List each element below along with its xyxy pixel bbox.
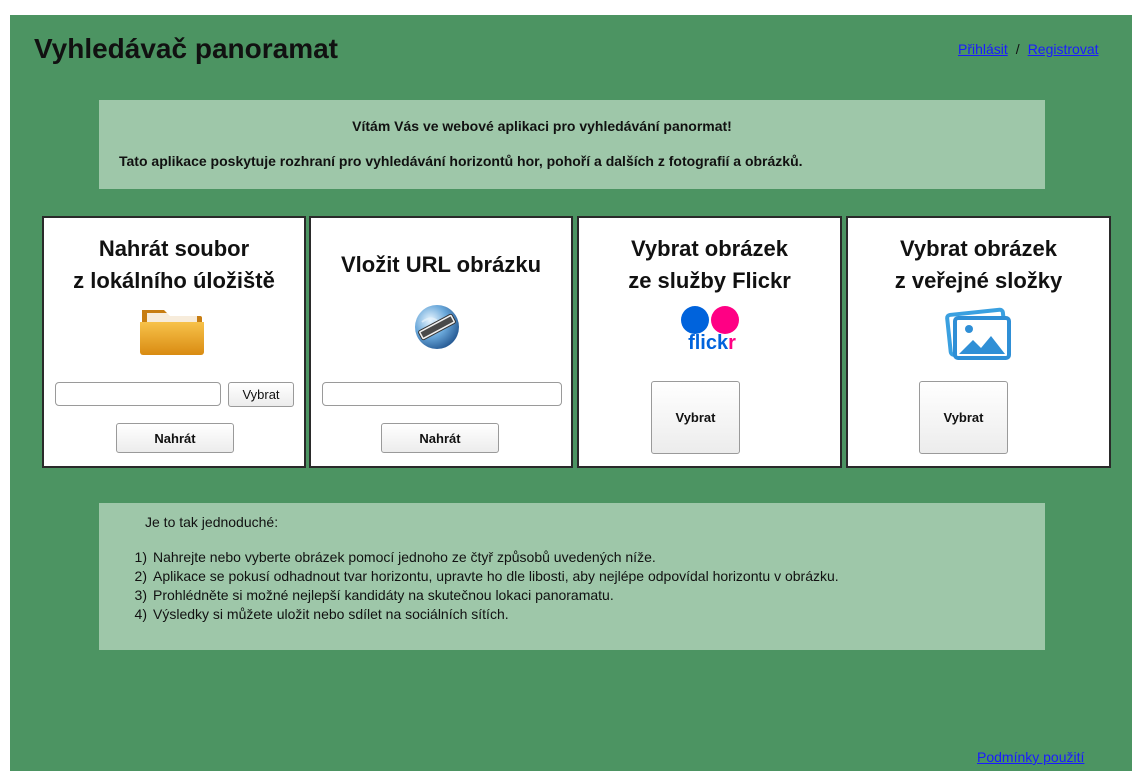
- auth-links: Přihlásit / Registrovat: [958, 41, 1099, 57]
- app-window: Vyhledávač panoramat Přihlásit / Registrov…: [10, 15, 1132, 771]
- flickr-title-line2: ze služby Flickr: [628, 268, 791, 293]
- step-text: Prohlédněte si možné nejlepší kandidáty …: [153, 587, 614, 603]
- file-path-input[interactable]: [55, 382, 221, 406]
- instructions-panel: Je to tak jednoduché: 1) Nahrejte nebo vy…: [99, 503, 1045, 650]
- instructions-intro: Je to tak jednoduché:: [145, 514, 279, 530]
- welcome-heading: Vítám Vás ve webové aplikaci pro vyhledá…: [352, 118, 732, 134]
- step-number: 3): [134, 587, 147, 603]
- terms-link[interactable]: Podmínky použití: [977, 749, 1084, 765]
- flickr-logo-text-b: r: [728, 332, 736, 354]
- url-upload-title: Vložit URL obrázku: [340, 252, 542, 277]
- instruction-step: 4) Výsledky si můžete uložit nebo sdílet …: [119, 605, 839, 624]
- instruction-step: 1) Nahrejte nebo vyberte obrázek pomocí j…: [119, 548, 839, 567]
- flickr-choose-button[interactable]: Vybrat: [651, 381, 740, 454]
- public-folder-title-line1: Vybrat obrázek: [900, 236, 1057, 261]
- public-folder-card: Vybrat obrázek z veřejné složky Vybrat: [846, 216, 1111, 468]
- pictures-icon: [945, 307, 1011, 360]
- local-upload-button[interactable]: Nahrát: [116, 423, 234, 453]
- flickr-title-line1: Vybrat obrázek: [631, 236, 788, 261]
- register-link[interactable]: Registrovat: [1028, 41, 1099, 57]
- step-text: Výsledky si můžete uložit nebo sdílet na…: [153, 606, 509, 622]
- step-text: Aplikace se pokusí odhadnout tvar horizo…: [153, 568, 839, 584]
- image-url-input[interactable]: [322, 382, 562, 406]
- public-folder-choose-button[interactable]: Vybrat: [919, 381, 1008, 454]
- url-upload-card: Vložit URL obrázku Nahrát: [309, 216, 573, 468]
- local-upload-title-line2: z lokálního úložiště: [73, 268, 275, 293]
- auth-separator: /: [1015, 41, 1020, 57]
- step-text: Nahrejte nebo vyberte obrázek pomocí jed…: [153, 549, 656, 565]
- flickr-card: Vybrat obrázek ze služby Flickr flickr V…: [577, 216, 842, 468]
- local-upload-title-line1: Nahrát soubor: [98, 236, 250, 261]
- public-folder-title-line2: z veřejné složky: [894, 268, 1063, 293]
- globe-url-icon: [415, 305, 459, 349]
- instruction-step: 2) Aplikace se pokusí odhadnout tvar hori…: [119, 567, 839, 586]
- url-upload-button[interactable]: Nahrát: [381, 423, 499, 453]
- login-link[interactable]: Přihlásit: [958, 41, 1008, 57]
- flickr-logo-text-a: flick: [688, 332, 729, 354]
- step-number: 1): [134, 549, 147, 565]
- choose-file-button[interactable]: Vybrat: [228, 382, 294, 407]
- welcome-panel: Vítám Vás ve webové aplikaci pro vyhledá…: [99, 100, 1045, 189]
- instruction-step: 3) Prohlédněte si možné nejlepší kandidát…: [119, 586, 839, 605]
- page-title: Vyhledávač panoramat: [34, 33, 338, 64]
- step-number: 4): [134, 606, 147, 622]
- step-number: 2): [134, 568, 147, 584]
- instructions-list: 1) Nahrejte nebo vyberte obrázek pomocí j…: [119, 548, 839, 624]
- local-upload-card: Nahrát soubor z lokálního úložiště Vybra…: [42, 216, 306, 468]
- folder-icon: [140, 310, 204, 355]
- flickr-logo: flickr: [677, 306, 747, 358]
- welcome-description: Tato aplikace poskytuje rozhraní pro vyh…: [119, 153, 803, 169]
